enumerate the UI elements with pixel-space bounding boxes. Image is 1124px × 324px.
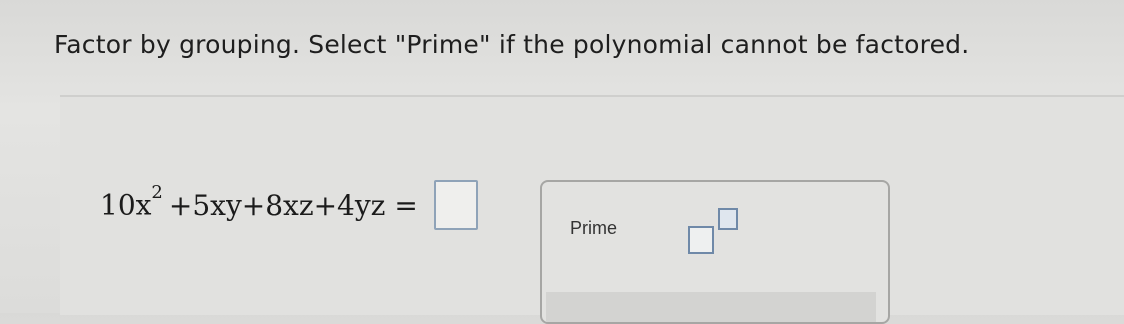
equation-rest: +5xy+8xz+4yz = xyxy=(168,188,418,222)
base-box xyxy=(688,226,714,254)
answer-input[interactable] xyxy=(433,180,478,230)
exponent-box xyxy=(718,208,738,230)
polynomial-equation: 10x2 +5xy+8xz+4yz = xyxy=(100,180,478,230)
math-tools-panel: Prime xyxy=(540,180,890,324)
instruction-text: Factor by grouping. Select "Prime" if th… xyxy=(54,30,970,59)
tools-footer xyxy=(546,292,876,322)
superscript-template-icon[interactable] xyxy=(688,208,744,256)
equation-term-lead: 10x2 xyxy=(100,182,163,222)
prime-button[interactable]: Prime xyxy=(570,218,617,239)
equation-exponent: 2 xyxy=(151,182,163,204)
